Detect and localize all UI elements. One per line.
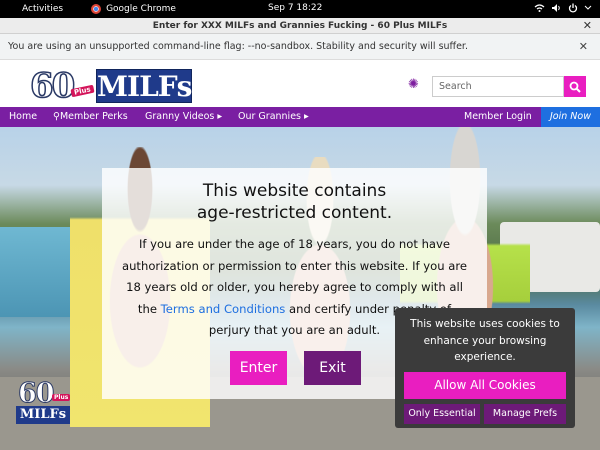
footer-logo: 60 Plus MILFs bbox=[16, 378, 71, 424]
nav-our-grannies[interactable]: Our Grannies ▸ bbox=[238, 111, 309, 122]
window-title: Enter for XXX MILFs and Grannies Fucking… bbox=[152, 21, 448, 31]
cookie-banner: This website uses cookies to enhance you… bbox=[395, 308, 575, 428]
clock[interactable]: Sep 7 18:22 bbox=[268, 3, 322, 13]
exit-button[interactable]: Exit bbox=[304, 351, 361, 385]
logo-number: 60 bbox=[29, 65, 76, 107]
app-menu[interactable]: Google Chrome bbox=[91, 4, 176, 14]
search-icon bbox=[569, 81, 581, 93]
infobar-close-button[interactable]: ✕ bbox=[579, 34, 588, 60]
only-essential-button[interactable]: Only Essential bbox=[404, 404, 480, 424]
nav-granny-videos[interactable]: Granny Videos ▸ bbox=[145, 111, 222, 122]
cookie-message: This website uses cookies to enhance you… bbox=[410, 318, 560, 363]
allow-all-cookies-button[interactable]: Allow All Cookies bbox=[404, 372, 566, 399]
window-title-bar: Enter for XXX MILFs and Grannies Fucking… bbox=[0, 18, 600, 34]
system-top-bar: Activities Google Chrome Sep 7 18:22 bbox=[0, 0, 600, 18]
enter-button[interactable]: Enter bbox=[230, 351, 287, 385]
logo-brand: MILFs bbox=[96, 69, 192, 103]
join-now-button[interactable]: Join Now bbox=[541, 107, 600, 127]
app-name: Google Chrome bbox=[106, 4, 176, 14]
activities-button[interactable]: Activities bbox=[22, 4, 63, 14]
terms-link[interactable]: Terms and Conditions bbox=[161, 302, 286, 316]
caret-right-icon: ▸ bbox=[214, 111, 223, 122]
site-header: 60 Plus MILFs ✺ Search bbox=[0, 60, 600, 107]
chevron-down-icon bbox=[584, 5, 592, 10]
age-gate-title: This website contains age-restricted con… bbox=[196, 181, 393, 223]
power-icon bbox=[568, 3, 578, 13]
search-input[interactable]: Search bbox=[432, 76, 564, 97]
volume-icon bbox=[552, 4, 560, 12]
caret-right-icon: ▸ bbox=[301, 111, 309, 122]
nav-member-login[interactable]: Member Login bbox=[464, 111, 532, 122]
logo-plus: Plus bbox=[70, 84, 95, 98]
nav-member-perks[interactable]: ⚲Member Perks bbox=[53, 111, 128, 122]
site-logo[interactable]: 60 Plus MILFs bbox=[29, 65, 195, 107]
theme-toggle-icon[interactable]: ✺ bbox=[408, 77, 419, 92]
search-button[interactable] bbox=[564, 76, 586, 97]
nav-home[interactable]: Home bbox=[9, 111, 37, 122]
network-icon bbox=[534, 4, 545, 12]
chrome-icon bbox=[91, 4, 102, 14]
infobar-message: You are using an unsupported command-lin… bbox=[8, 41, 468, 52]
manage-prefs-button[interactable]: Manage Prefs bbox=[484, 404, 566, 424]
tag-icon: ⚲ bbox=[53, 111, 60, 122]
window-close-button[interactable]: ✕ bbox=[583, 18, 592, 34]
warning-infobar: You are using an unsupported command-lin… bbox=[0, 34, 600, 60]
system-tray[interactable] bbox=[534, 3, 592, 13]
main-nav: Home ⚲Member Perks Granny Videos ▸ Our G… bbox=[0, 107, 600, 127]
